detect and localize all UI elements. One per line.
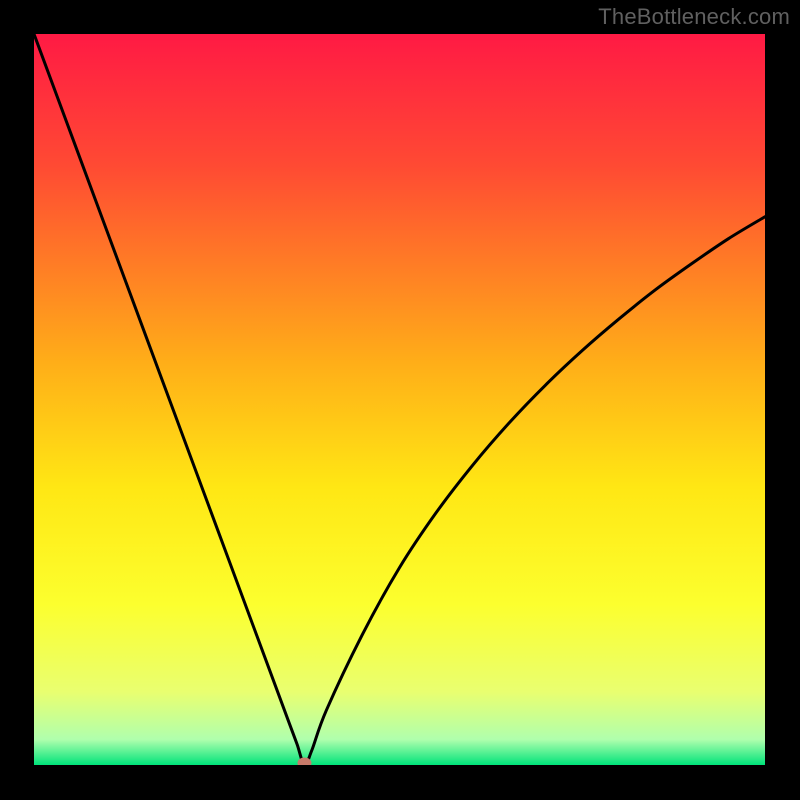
bottleneck-chart [34,34,765,765]
plot-area [34,34,765,765]
attribution-label: TheBottleneck.com [598,4,790,30]
gradient-background [34,34,765,765]
chart-container: TheBottleneck.com [0,0,800,800]
